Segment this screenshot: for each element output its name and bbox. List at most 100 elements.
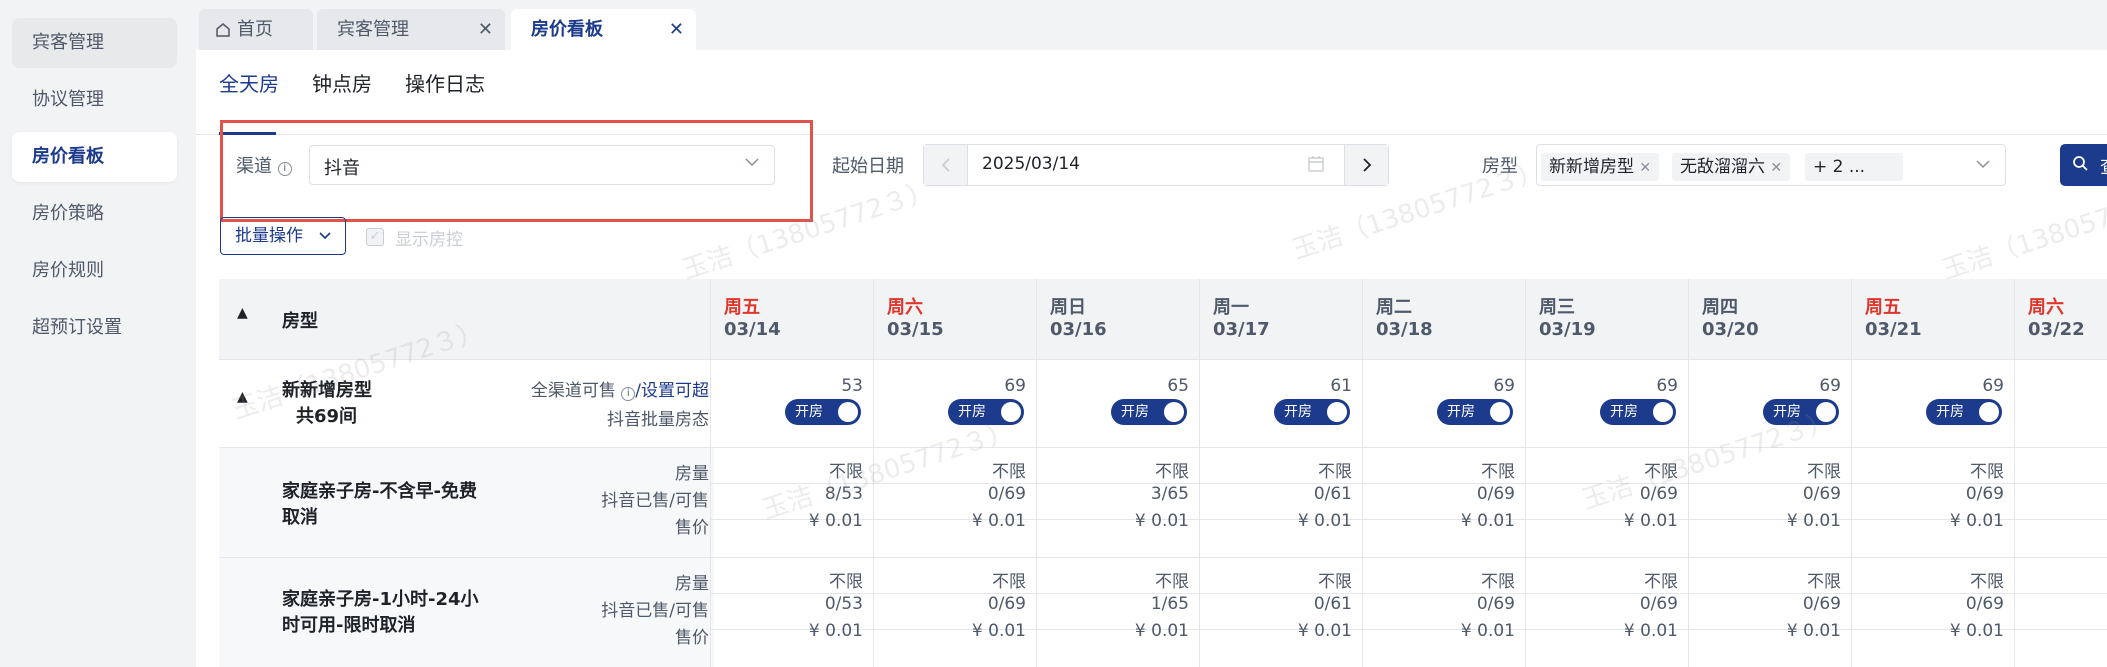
cell-price: ¥ 0.01 <box>971 621 1026 641</box>
availability-count: 53 <box>841 376 863 396</box>
tab-guest[interactable]: 宾客管理 ✕ <box>317 9 505 50</box>
cell-sold: 0/69 <box>1476 484 1515 504</box>
cell-quota[interactable]: 不限 <box>1212 567 1352 592</box>
query-button[interactable]: 查 <box>2060 144 2107 186</box>
sidebar: 宾客管理 协议管理 房价看板 房价策略 房价规则 超预订设置 <box>0 0 196 667</box>
day-date: 03/16 <box>1050 319 1107 340</box>
cell-quota[interactable]: 不限 <box>1538 457 1678 482</box>
room-open-toggle[interactable]: 开房 <box>1600 399 1676 425</box>
watermark: 玉洁（13805772３） <box>1938 176 2107 286</box>
sidebar-item-overbooking[interactable]: 超预订设置 <box>12 303 177 353</box>
toggle-label: 开房 <box>1284 404 1312 420</box>
collapse-icon[interactable]: ▲ <box>237 389 248 405</box>
subtab-hourly[interactable]: 钟点房 <box>312 68 372 97</box>
cell-quota[interactable]: 不限 <box>1701 457 1841 482</box>
cell-price: ¥ 0.01 <box>808 621 863 641</box>
day-date: 03/21 <box>1865 319 1922 340</box>
cell-price: ¥ 0.01 <box>1134 511 1189 531</box>
cell-price: ¥ 0.01 <box>1786 511 1841 531</box>
cell-quota[interactable]: 不限 <box>1212 457 1352 482</box>
tab-bar: 首页 宾客管理 ✕ 房价看板 ✕ <box>196 0 2107 50</box>
room-group-left <box>219 359 714 447</box>
subtab-operation-log[interactable]: 操作日志 <box>405 68 485 97</box>
cell-price: ¥ 0.01 <box>1297 621 1352 641</box>
cell-quota[interactable]: 不限 <box>1375 567 1515 592</box>
cell-sold: 0/53 <box>824 594 863 614</box>
cell-quota[interactable]: 不限 <box>1864 457 2004 482</box>
cell-price: ¥ 0.01 <box>808 511 863 531</box>
sidebar-item-rate-rules[interactable]: 房价规则 <box>12 246 177 296</box>
close-icon[interactable]: ✕ <box>669 9 684 50</box>
sidebar-item-rate-strategy[interactable]: 房价策略 <box>12 189 177 239</box>
tab-home-label: 首页 <box>237 19 273 40</box>
cell-price: ¥ 0.01 <box>1460 621 1515 641</box>
availability-count: 69 <box>1656 376 1678 396</box>
toggle-label: 开房 <box>1936 404 1964 420</box>
tab-rate-board[interactable]: 房价看板 ✕ <box>511 9 696 50</box>
close-icon[interactable]: ✕ <box>1770 160 1782 176</box>
collapse-icon[interactable]: ▲ <box>237 305 248 321</box>
cell-sold: 0/69 <box>1802 484 1841 504</box>
cell-sold: 0/61 <box>1313 484 1352 504</box>
room-type-label: 房型 <box>1482 156 1518 177</box>
room-open-toggle[interactable]: 开房 <box>1763 399 1839 425</box>
toggle-label: 开房 <box>958 404 986 420</box>
day-date: 03/14 <box>724 319 781 340</box>
cell-quota[interactable]: 不限 <box>1375 457 1515 482</box>
room-open-toggle[interactable]: 开房 <box>785 399 861 425</box>
toggle-knob <box>1327 402 1347 422</box>
cell-quota[interactable]: 不限 <box>1049 567 1189 592</box>
show-control-checkbox[interactable]: ✓ <box>366 228 384 246</box>
cell-sold: 0/69 <box>1965 594 2004 614</box>
room-open-toggle[interactable]: 开房 <box>1274 399 1350 425</box>
cell-quota[interactable]: 不限 <box>1701 567 1841 592</box>
tab-rate-board-label: 房价看板 <box>531 19 603 40</box>
cell-price: ¥ 0.01 <box>1297 511 1352 531</box>
chevron-left-icon <box>941 158 950 172</box>
toggle-knob <box>1653 402 1673 422</box>
quota-label: 房量 <box>675 574 709 594</box>
toggle-label: 开房 <box>795 404 823 420</box>
sold-label: 抖音已售/可售 <box>601 491 709 511</box>
room-open-toggle[interactable]: 开房 <box>948 399 1024 425</box>
room-open-toggle[interactable]: 开房 <box>1926 399 2002 425</box>
product-name: 家庭亲子房-不含早-免费取消 <box>282 481 477 528</box>
tab-home[interactable]: 首页 <box>199 9 313 50</box>
prev-date-button[interactable] <box>924 145 968 185</box>
set-oversell-link[interactable]: /设置可超 <box>635 381 709 401</box>
room-open-toggle[interactable]: 开房 <box>1437 399 1513 425</box>
cell-quota[interactable]: 不限 <box>1538 567 1678 592</box>
room-open-toggle[interactable]: 开房 <box>1111 399 1187 425</box>
day-name: 周六 <box>887 297 923 318</box>
cell-quota[interactable]: 不限 <box>1864 567 2004 592</box>
cell-price: ¥ 0.01 <box>1786 621 1841 641</box>
cell-quota[interactable]: 不限 <box>1049 457 1189 482</box>
main-content: 全天房 钟点房 操作日志 渠道 i 抖音 起始日期 2025/03/14 房型 … <box>196 50 2107 667</box>
date-picker[interactable]: 2025/03/14 <box>923 144 1389 186</box>
quota-label: 房量 <box>675 464 709 484</box>
next-date-button[interactable] <box>1344 145 1388 185</box>
room-group-count: 共69间 <box>296 406 358 427</box>
close-icon[interactable]: ✕ <box>1639 160 1651 176</box>
cell-sold: 1/65 <box>1150 594 1189 614</box>
sidebar-item-rate-board[interactable]: 房价看板 <box>12 132 177 182</box>
sidebar-item-guest[interactable]: 宾客管理 <box>12 18 177 68</box>
sidebar-item-agreement[interactable]: 协议管理 <box>12 75 177 125</box>
close-icon[interactable]: ✕ <box>478 9 493 50</box>
subtab-full-day[interactable]: 全天房 <box>219 68 279 97</box>
cell-price: ¥ 0.01 <box>1460 511 1515 531</box>
calendar-icon[interactable] <box>1307 154 1325 179</box>
cell-price: ¥ 0.01 <box>1134 621 1189 641</box>
cell-quota[interactable]: 不限 <box>886 457 1026 482</box>
toggle-knob <box>838 402 858 422</box>
day-name: 周四 <box>1702 297 1738 318</box>
tab-guest-label: 宾客管理 <box>337 19 409 40</box>
availability-count: 65 <box>1167 376 1189 396</box>
all-channel-label: 全渠道可售 i/设置可超 <box>530 381 709 401</box>
cell-quota[interactable]: 不限 <box>723 457 863 482</box>
room-type-select[interactable]: 新新增房型 ✕ 无敌溜溜六 ✕ + 2 ... <box>1536 144 2006 186</box>
cell-quota[interactable]: 不限 <box>886 567 1026 592</box>
batch-operation-button[interactable]: 批量操作 <box>220 217 346 255</box>
cell-quota[interactable]: 不限 <box>723 567 863 592</box>
day-name: 周五 <box>1865 297 1901 318</box>
